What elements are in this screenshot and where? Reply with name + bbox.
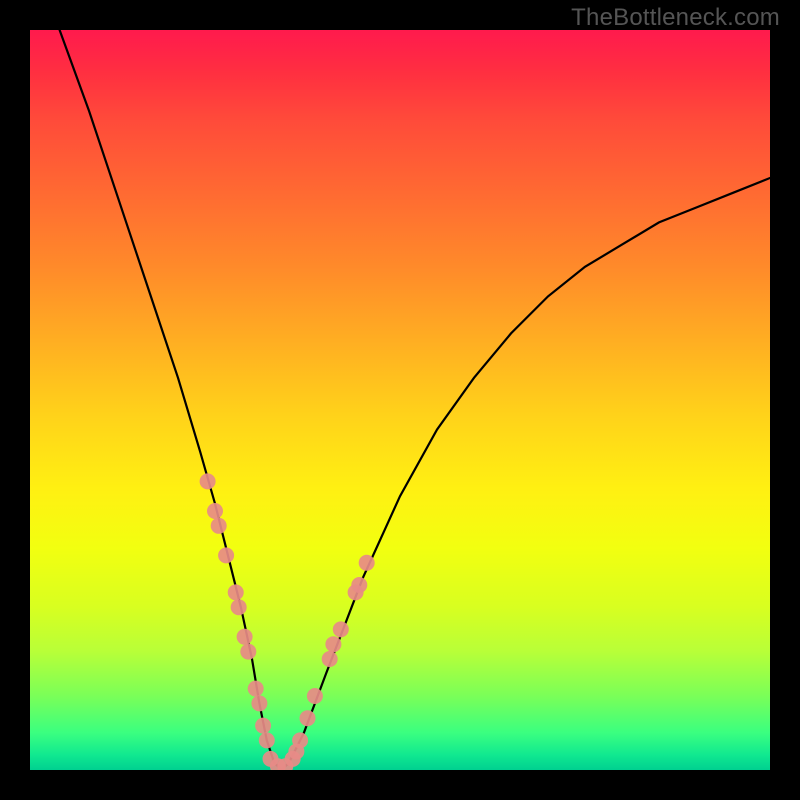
plot-area	[30, 30, 770, 770]
data-marker	[211, 518, 227, 534]
data-marker	[228, 584, 244, 600]
data-marker	[325, 636, 341, 652]
data-marker	[200, 473, 216, 489]
bottleneck-curve	[60, 30, 770, 770]
data-marker	[207, 503, 223, 519]
curve-svg	[30, 30, 770, 770]
data-marker	[237, 629, 253, 645]
data-marker	[300, 710, 316, 726]
watermark-label: TheBottleneck.com	[571, 4, 780, 32]
data-marker	[307, 688, 323, 704]
data-marker	[333, 621, 349, 637]
data-marker	[255, 718, 271, 734]
data-marker	[351, 577, 367, 593]
data-marker	[322, 651, 338, 667]
chart-container: TheBottleneck.com	[0, 0, 800, 800]
data-marker	[359, 555, 375, 571]
data-markers	[200, 473, 375, 770]
data-marker	[240, 644, 256, 660]
data-marker	[231, 599, 247, 615]
data-marker	[292, 732, 308, 748]
data-marker	[218, 547, 234, 563]
data-marker	[259, 732, 275, 748]
data-marker	[248, 681, 264, 697]
data-marker	[251, 695, 267, 711]
